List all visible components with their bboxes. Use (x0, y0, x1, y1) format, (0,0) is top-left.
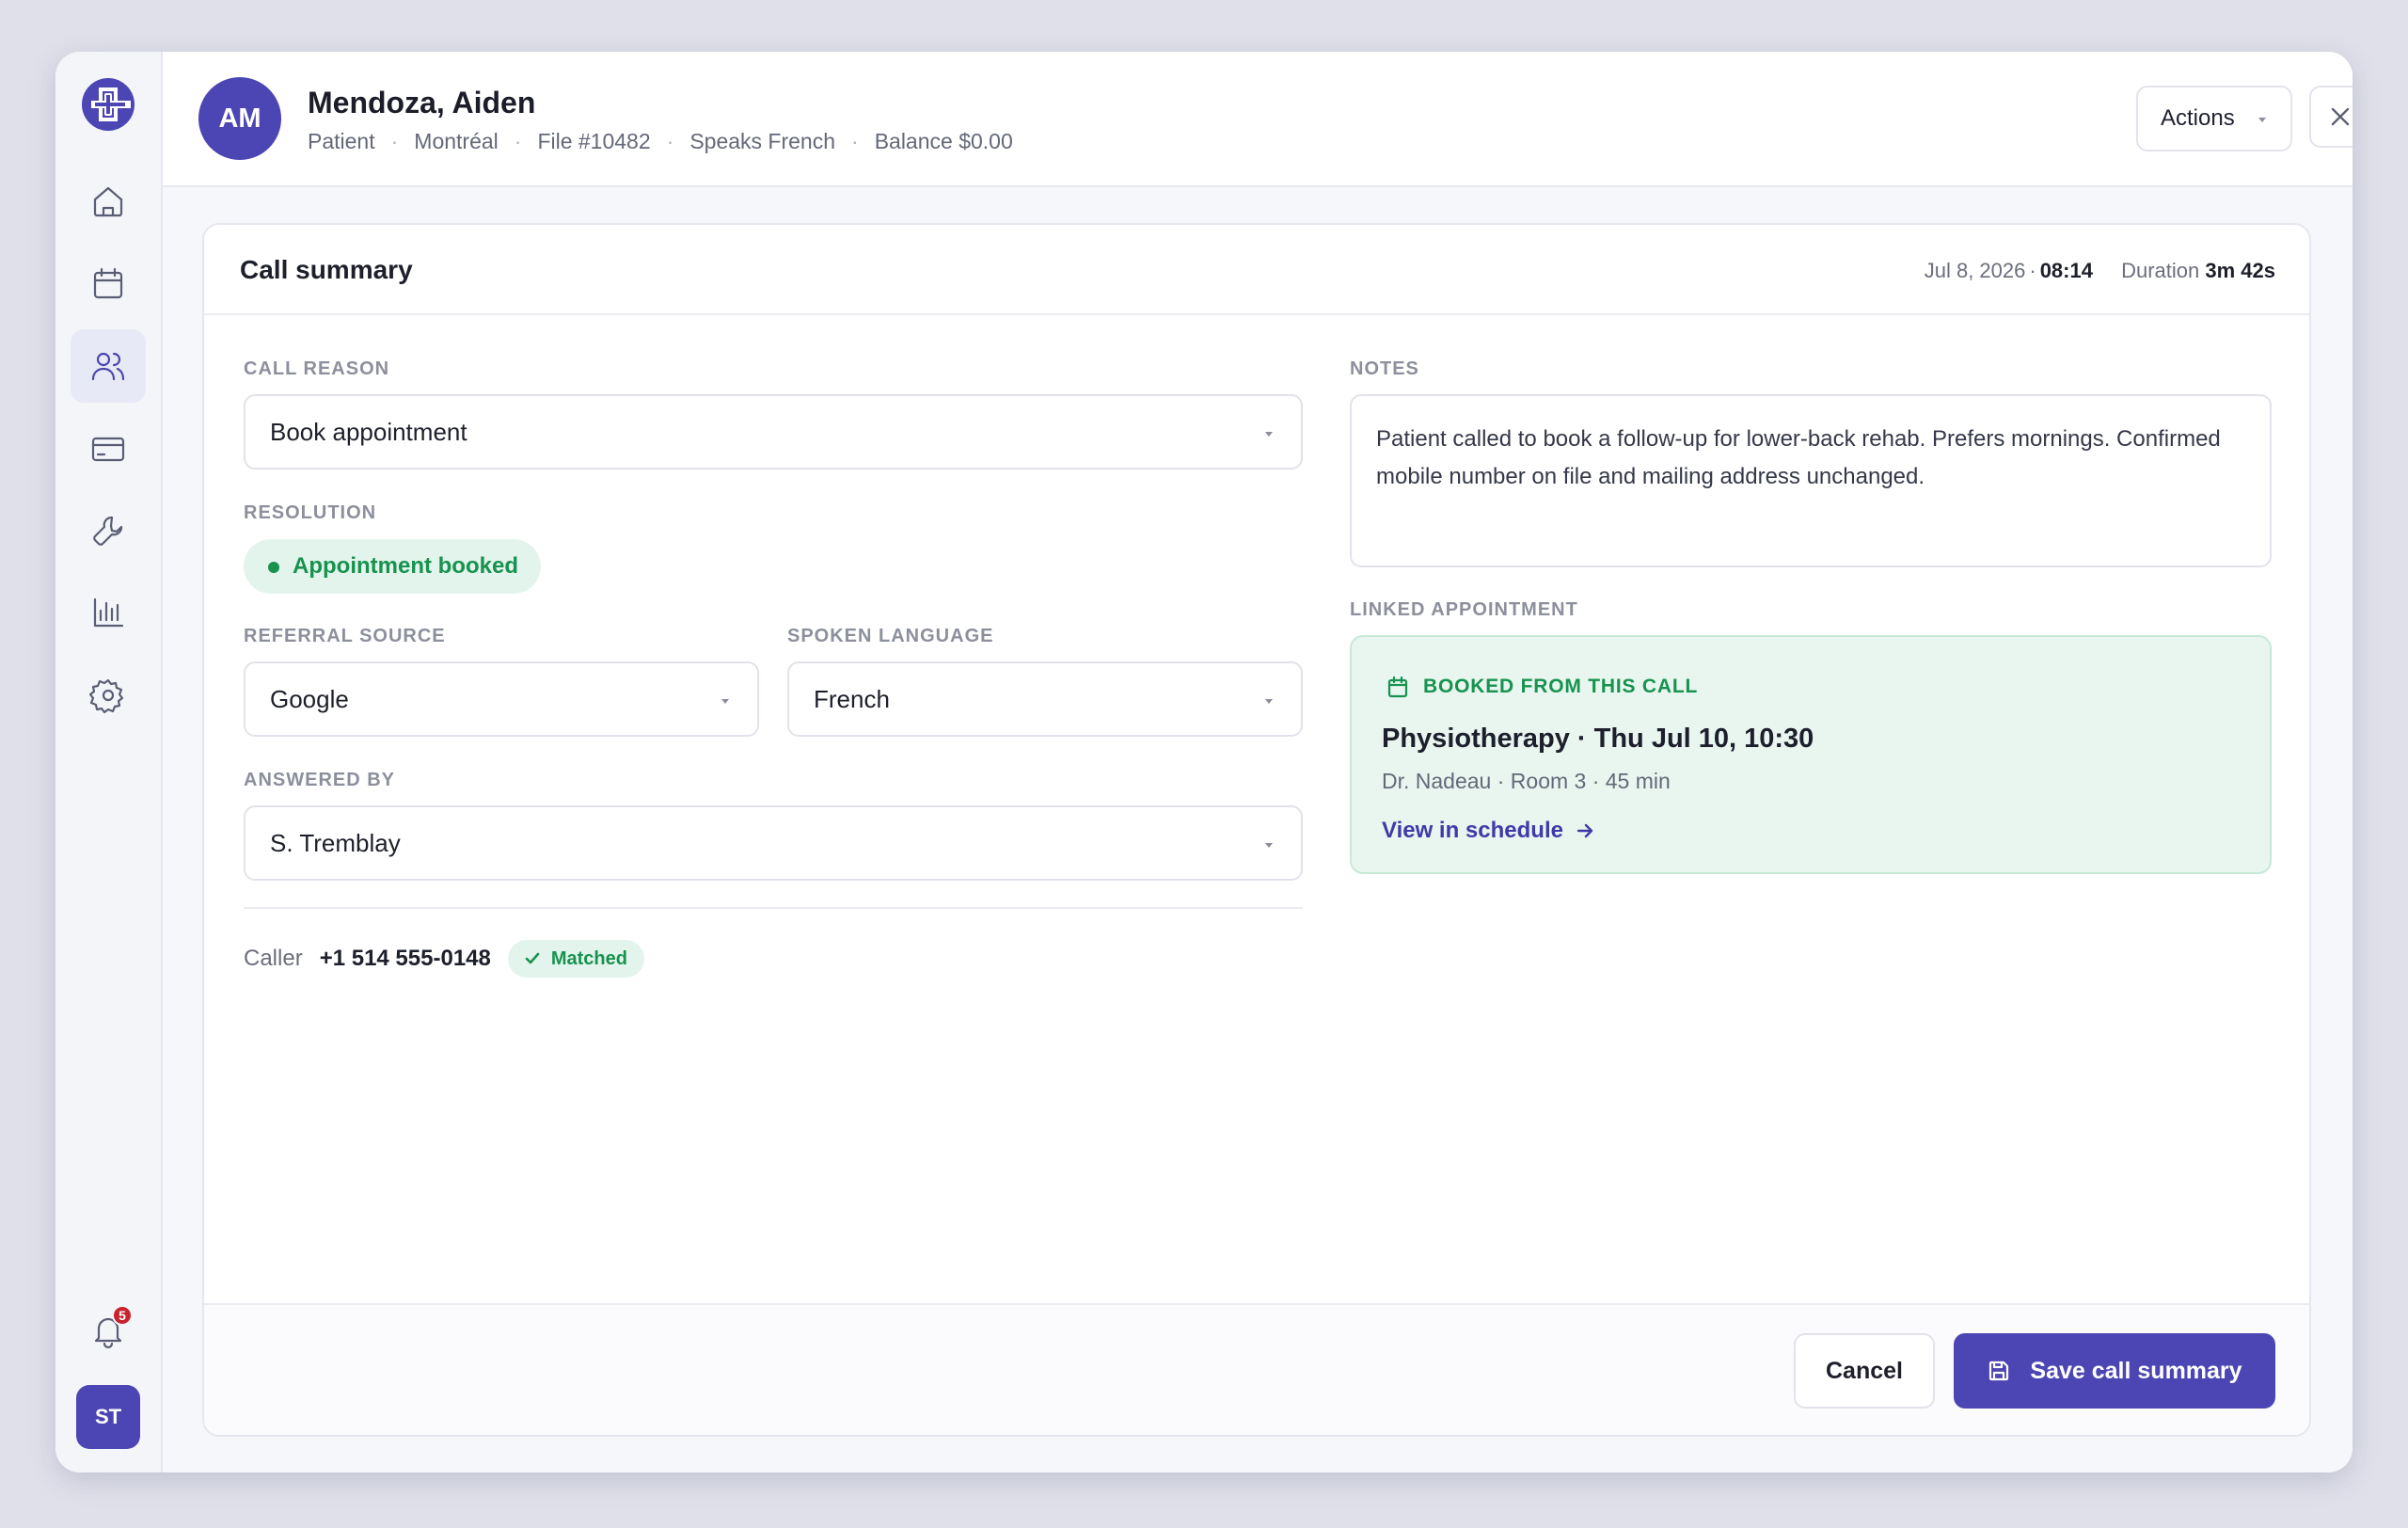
booked-tag: BOOKED FROM THIS CALL (1386, 675, 1698, 699)
patient-city: Montréal (414, 129, 499, 153)
close-button[interactable] (2309, 86, 2353, 148)
cancel-button[interactable]: Cancel (1794, 1333, 1935, 1409)
nav-settings[interactable] (71, 659, 146, 732)
call-duration: 3m 42s (2205, 259, 2275, 282)
patient-avatar: AM (198, 77, 281, 160)
nav-calendar[interactable] (71, 247, 146, 320)
home-icon (93, 186, 123, 217)
referral-source-label: Referral source (244, 626, 446, 646)
referral-source-value: Google (270, 684, 349, 713)
patient-file-number: File #10482 (537, 129, 651, 153)
gear-icon (89, 678, 124, 714)
patient-balance: Balance $0.00 (874, 129, 1013, 153)
resolution-badge[interactable]: Appointment booked (244, 539, 541, 594)
calendar-icon (1387, 676, 1408, 698)
calendar-icon (93, 267, 123, 299)
spoken-language-select[interactable]: French (787, 661, 1303, 737)
appointment-title: Physiotherapy · Thu Jul 10, 10:30 (1382, 724, 1814, 754)
caller-row: Caller +1 514 555-0148 Matched (244, 938, 644, 979)
card-footer: Cancel Save call summary (204, 1303, 2309, 1435)
notes-label: Notes (1350, 358, 1419, 379)
answered-by-select[interactable]: S. Tremblay (244, 805, 1303, 881)
bar-chart-icon (93, 597, 124, 628)
call-meta: Jul 8, 2026 · 08:14 Duration 3m 42s (1925, 259, 2275, 283)
spoken-language-label: Spoken language (787, 626, 994, 646)
save-icon (1989, 1361, 2009, 1381)
wrench-icon (93, 516, 123, 546)
chevron-down-icon (1265, 843, 1273, 848)
resolution-value: Appointment booked (293, 553, 518, 579)
call-summary-card: Call summary Jul 8, 2026 · 08:14 Duration … (202, 223, 2311, 1437)
patient-role: Patient (308, 129, 375, 153)
duration-label: Duration (2121, 259, 2200, 282)
patient-name: Mendoza, Aiden (308, 86, 536, 119)
linked-appointment-label: Linked appointment (1350, 599, 1578, 620)
chevron-down-icon (1265, 432, 1273, 437)
patient-language: Speaks French (689, 129, 836, 153)
call-reason-select[interactable]: Book appointment (244, 394, 1303, 470)
clinic-logo-icon[interactable] (78, 74, 138, 135)
booked-tag-label: BOOKED FROM THIS CALL (1423, 676, 1699, 697)
main-content: Call summary Jul 8, 2026 · 08:14 Duration … (163, 187, 2353, 1472)
patient-meta: Patient · Montréal · File #10482 · Speak… (308, 129, 1013, 154)
answered-by-value: S. Tremblay (270, 828, 401, 857)
save-call-summary-button[interactable]: Save call summary (1954, 1333, 2275, 1409)
caller-label: Caller (244, 946, 303, 971)
meta-separator: · (390, 129, 399, 153)
check-icon (525, 952, 540, 964)
call-date: Jul 8, 2026 (1924, 259, 2026, 282)
chevron-down-icon (1265, 699, 1273, 704)
card-title: Call summary (240, 255, 413, 284)
call-reason-label: Call reason (244, 358, 390, 379)
caller-phone[interactable]: +1 514 555-0148 (320, 946, 491, 972)
arrow-right-icon (1576, 823, 1593, 838)
view-in-schedule-label: View in schedule (1382, 818, 1563, 843)
actions-label: Actions (2161, 105, 2235, 131)
view-in-schedule-link[interactable]: View in schedule (1382, 818, 1595, 844)
matched-badge: Matched (507, 940, 644, 978)
nav-tools[interactable] (71, 494, 146, 567)
nav-reports[interactable] (71, 576, 146, 649)
card-header: Call summary Jul 8, 2026 · 08:14 Duration … (204, 225, 2309, 315)
meta-separator: · (2029, 259, 2036, 282)
nav-notifications[interactable]: 5 (71, 1294, 146, 1367)
linked-appointment-card: BOOKED FROM THIS CALL Physiotherapy · Th… (1350, 635, 2272, 874)
notification-count-badge: 5 (112, 1305, 133, 1326)
patient-header: AM Mendoza, Aiden Patient · Montréal · F… (163, 52, 2353, 187)
appointment-details: Dr. Nadeau · Room 3 · 45 min (1382, 769, 1671, 793)
nav-patients[interactable] (71, 329, 146, 403)
notes-textarea[interactable]: Patient called to book a follow-up for l… (1350, 394, 2272, 567)
call-time: 08:14 (2039, 259, 2093, 282)
call-reason-value: Book appointment (270, 417, 467, 446)
app-window: 5 ST AM Mendoza, Aiden Patient · Montréa… (55, 52, 2353, 1472)
status-dot-icon (268, 562, 279, 573)
meta-separator: · (851, 129, 859, 153)
credit-card-icon (91, 437, 125, 462)
answered-by-label: Answered by (244, 770, 396, 790)
actions-button[interactable]: Actions (2136, 86, 2292, 151)
divider (244, 907, 1303, 909)
save-label: Save call summary (2030, 1357, 2242, 1384)
chevron-down-icon (721, 699, 729, 704)
nav-billing[interactable] (71, 412, 146, 485)
resolution-label: Resolution (244, 502, 377, 523)
chevron-down-icon (2258, 118, 2266, 122)
referral-source-select[interactable]: Google (244, 661, 759, 737)
sidebar: 5 ST (55, 52, 163, 1472)
nav-home[interactable] (71, 165, 146, 238)
meta-separator: · (514, 129, 522, 153)
meta-separator: · (666, 129, 674, 153)
users-icon (91, 352, 125, 381)
matched-label: Matched (550, 947, 627, 969)
close-icon (2331, 107, 2350, 126)
spoken-language-value: French (814, 684, 890, 713)
current-user-avatar[interactable]: ST (76, 1385, 140, 1449)
